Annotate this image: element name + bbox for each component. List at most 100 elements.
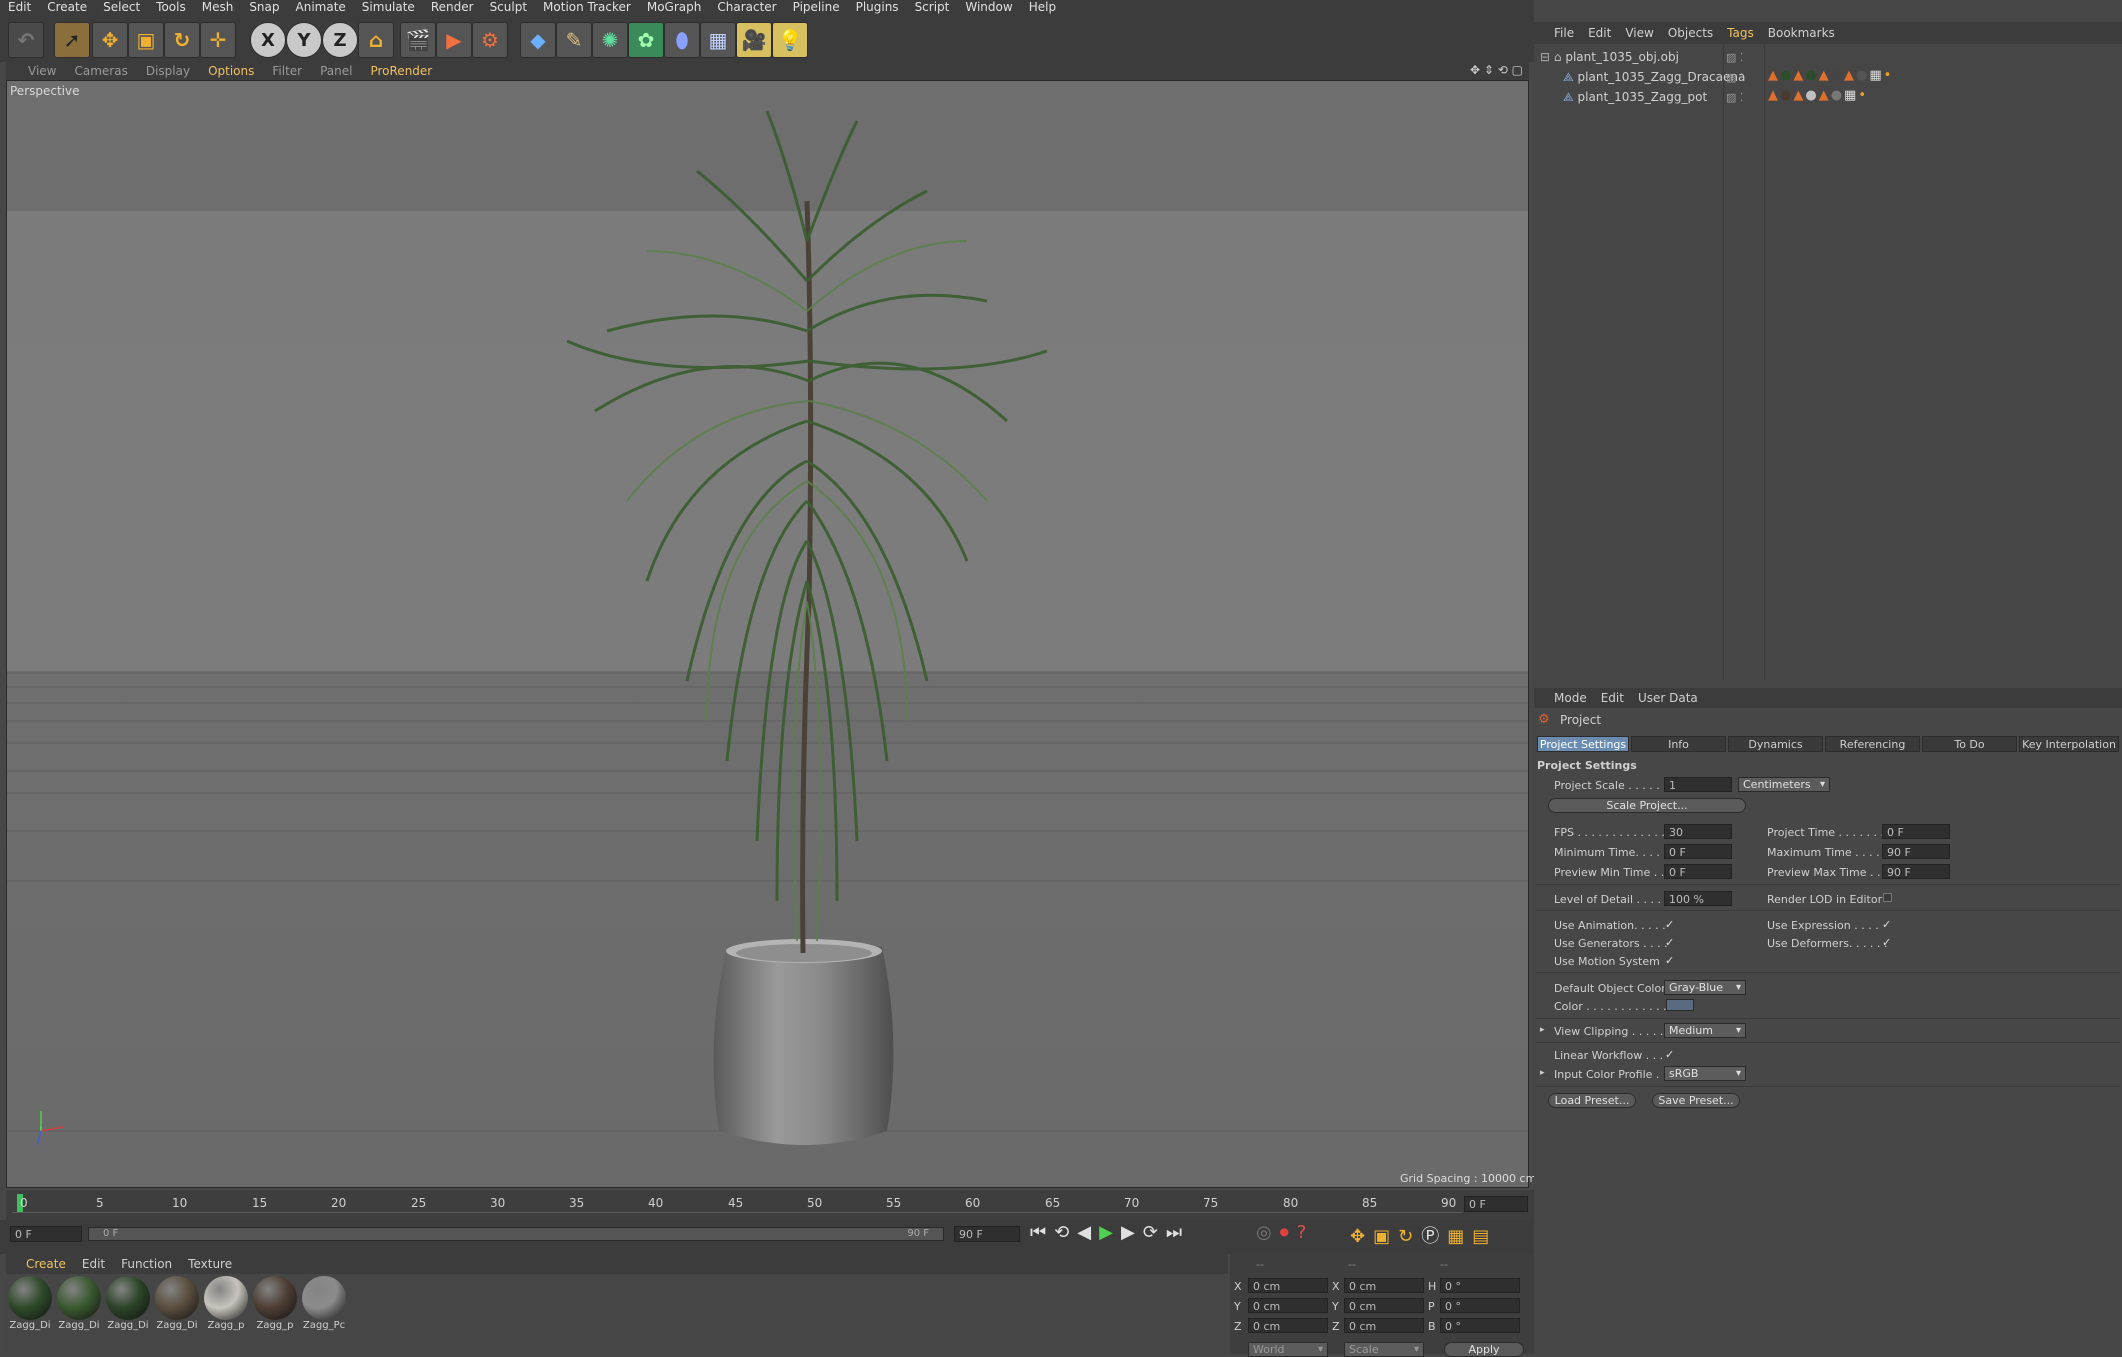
light-icon[interactable]: 💡 — [772, 22, 808, 58]
minimum-time-field[interactable]: 0 F — [1664, 844, 1732, 859]
menu-mesh[interactable]: Mesh — [194, 0, 242, 14]
3d-viewport[interactable] — [6, 80, 1529, 1188]
mograph-cloner-icon[interactable]: ✿ — [628, 22, 664, 58]
rotation-p-field[interactable]: 0 ° — [1440, 1298, 1520, 1313]
material-menu-function[interactable]: Function — [113, 1254, 180, 1274]
key-parameter-icon[interactable]: Ⓟ — [1421, 1226, 1447, 1247]
step-back-icon[interactable]: ◀ — [1077, 1222, 1099, 1243]
undo-icon[interactable]: ↶ — [8, 22, 44, 58]
maximum-time-field[interactable]: 90 F — [1882, 844, 1950, 859]
cube-primitive-icon[interactable]: ◆ — [520, 22, 556, 58]
timeline-window-icon[interactable]: ▤ — [1472, 1226, 1497, 1247]
key-rotation-icon[interactable]: ↻ — [1398, 1226, 1421, 1247]
position-x-field[interactable]: 0 cm — [1248, 1278, 1328, 1293]
expand-arrow-icon[interactable]: ▸ — [1540, 1025, 1545, 1035]
menu-script[interactable]: Script — [907, 0, 958, 14]
previous-key-icon[interactable]: ⟲ — [1054, 1222, 1077, 1243]
key-pla-icon[interactable]: ▦ — [1447, 1226, 1472, 1247]
camera-icon[interactable]: 🎥 — [736, 22, 772, 58]
menu-pipeline[interactable]: Pipeline — [785, 0, 848, 14]
menu-plugins[interactable]: Plugins — [848, 0, 907, 14]
key-help-icon[interactable]: ? — [1297, 1222, 1315, 1243]
tab-project-settings[interactable]: Project Settings — [1537, 736, 1629, 752]
y-axis-lock-icon[interactable]: Y — [286, 22, 322, 58]
object-row[interactable]: ⟁ plant_1035_Zagg_pot — [1563, 90, 1707, 105]
menu-select[interactable]: Select — [95, 0, 148, 14]
menu-simulate[interactable]: Simulate — [354, 0, 423, 14]
render-view-icon[interactable]: 🎬 — [400, 22, 436, 58]
start-frame-field[interactable]: 0 F — [10, 1226, 82, 1242]
use-animation-checkbox[interactable]: ✓ — [1665, 919, 1676, 930]
material-swatch[interactable]: Zagg_Di — [57, 1276, 101, 1331]
menu-render[interactable]: Render — [423, 0, 482, 14]
viewport-menu-prorender[interactable]: ProRender — [361, 62, 441, 80]
viewport-menu-filter[interactable]: Filter — [263, 62, 311, 80]
expand-arrow-icon[interactable]: ▸ — [1540, 1068, 1545, 1078]
fps-field[interactable]: 30 — [1664, 824, 1732, 839]
om-menu-edit[interactable]: Edit — [1581, 22, 1618, 44]
size-mode-dropdown[interactable]: Scale — [1344, 1342, 1424, 1357]
floor-scene-icon[interactable]: ▦ — [700, 22, 736, 58]
auto-key-icon[interactable]: ⏺ — [1280, 1222, 1297, 1243]
render-lod-checkbox[interactable] — [1883, 893, 1892, 902]
material-swatch[interactable]: Zagg_Di — [106, 1276, 150, 1331]
om-menu-view[interactable]: View — [1618, 22, 1660, 44]
tab-key-interpolation[interactable]: Key Interpolation — [2019, 736, 2119, 752]
subdivision-icon[interactable]: ✺ — [592, 22, 628, 58]
use-motion-system-checkbox[interactable]: ✓ — [1665, 955, 1676, 966]
object-tags[interactable]: ▲●▲●▲●▲●▦• ▲●▲●▲●▦• — [1768, 66, 1893, 106]
position-z-field[interactable]: 0 cm — [1248, 1318, 1328, 1333]
viewport-menu-display[interactable]: Display — [137, 62, 199, 80]
om-menu-tags[interactable]: Tags — [1720, 22, 1761, 44]
rotation-b-field[interactable]: 0 ° — [1440, 1318, 1520, 1333]
linear-workflow-checkbox[interactable]: ✓ — [1665, 1049, 1676, 1060]
am-menu-mode[interactable]: Mode — [1534, 688, 1594, 708]
play-icon[interactable]: ▶ — [1099, 1222, 1121, 1243]
viewport-nav-icons[interactable]: ✥ ⇕ ⟲ ▢ — [1470, 63, 1523, 77]
render-settings-icon[interactable]: ⚙ — [472, 22, 508, 58]
am-menu-user-data[interactable]: User Data — [1631, 688, 1705, 708]
menu-snap[interactable]: Snap — [241, 0, 287, 14]
record-icon[interactable]: ◎ — [1256, 1222, 1280, 1243]
x-axis-lock-icon[interactable]: X — [250, 22, 286, 58]
size-y-field[interactable]: 0 cm — [1344, 1298, 1424, 1313]
menu-animate[interactable]: Animate — [288, 0, 354, 14]
material-swatch[interactable]: Zagg_p — [204, 1276, 248, 1331]
key-position-icon[interactable]: ✥ — [1350, 1226, 1373, 1247]
render-picture-viewer-icon[interactable]: ▶ — [436, 22, 472, 58]
menu-sculpt[interactable]: Sculpt — [482, 0, 535, 14]
scale-tool-icon[interactable]: ▣ — [128, 22, 164, 58]
am-menu-edit[interactable]: Edit — [1594, 688, 1631, 708]
size-x-field[interactable]: 0 cm — [1344, 1278, 1424, 1293]
end-frame-field[interactable]: 90 F — [954, 1226, 1020, 1242]
z-axis-lock-icon[interactable]: Z — [322, 22, 358, 58]
coordinate-system-icon[interactable]: ⌂ — [358, 22, 394, 58]
deformer-icon[interactable]: ⬮ — [664, 22, 700, 58]
viewport-menu-view[interactable]: View — [6, 62, 65, 80]
menu-window[interactable]: Window — [957, 0, 1020, 14]
tab-dynamics[interactable]: Dynamics — [1728, 736, 1823, 752]
menu-mograph[interactable]: MoGraph — [639, 0, 710, 14]
preview-max-time-field[interactable]: 90 F — [1882, 864, 1950, 879]
select-arrow-icon[interactable]: ➚ — [54, 22, 90, 58]
object-row[interactable]: ⊟ ⌂ plant_1035_obj.obj — [1540, 50, 1679, 64]
tab-info[interactable]: Info — [1631, 736, 1726, 752]
viewport-menu-panel[interactable]: Panel — [311, 62, 361, 80]
menu-character[interactable]: Character — [709, 0, 784, 14]
object-row[interactable]: ⟁ plant_1035_Zagg_Dracaena — [1563, 70, 1745, 85]
menu-help[interactable]: Help — [1021, 0, 1064, 14]
menu-tools[interactable]: Tools — [148, 0, 194, 14]
coordinate-system-dropdown[interactable]: World — [1248, 1342, 1328, 1357]
apply-button[interactable]: Apply — [1444, 1342, 1524, 1357]
material-menu-edit[interactable]: Edit — [74, 1254, 113, 1274]
rotate-tool-icon[interactable]: ↻ — [164, 22, 200, 58]
scale-project-button[interactable]: Scale Project... — [1548, 798, 1746, 813]
load-preset-button[interactable]: Load Preset... — [1548, 1093, 1636, 1108]
save-preset-button[interactable]: Save Preset... — [1652, 1093, 1740, 1108]
project-scale-unit-dropdown[interactable]: Centimeters — [1738, 777, 1830, 792]
material-menu-create[interactable]: Create — [6, 1254, 74, 1274]
use-generators-checkbox[interactable]: ✓ — [1665, 937, 1676, 948]
go-to-start-icon[interactable]: ⏮ — [1030, 1222, 1054, 1243]
om-menu-bookmarks[interactable]: Bookmarks — [1761, 22, 1842, 44]
material-menu-texture[interactable]: Texture — [180, 1254, 240, 1274]
